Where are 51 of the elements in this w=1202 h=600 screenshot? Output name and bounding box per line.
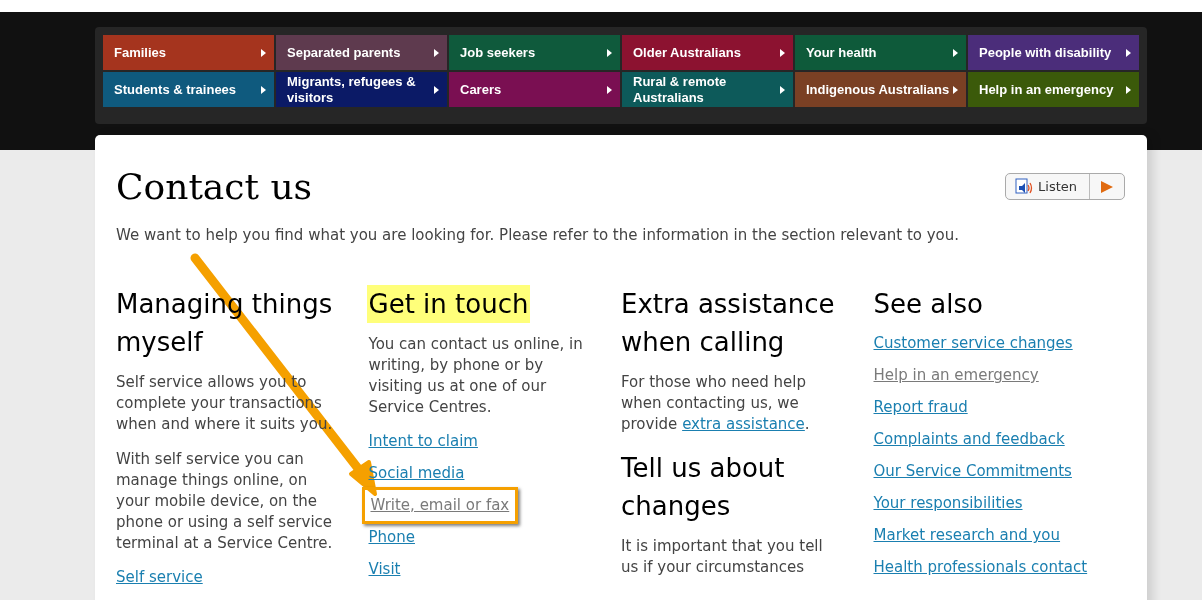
- caret-icon: [607, 85, 612, 94]
- link[interactable]: Report fraud: [873, 398, 968, 416]
- category-tile[interactable]: Help in an emergency: [968, 72, 1139, 107]
- category-tile[interactable]: Job seekers: [449, 35, 620, 70]
- link[interactable]: Customer service changes: [873, 334, 1073, 352]
- link[interactable]: Market research and you: [873, 526, 1061, 544]
- paragraph: It is important that you tell us if your circumstances: [621, 536, 824, 578]
- paragraph: You can contact us online, in writing, by phone or by visiting us at one of our Service Centres.: [368, 334, 584, 418]
- link[interactable]: Help in an emergency: [873, 366, 1039, 384]
- paragraph: For those who need help when contacting us, we provide extra assistance.: [621, 372, 811, 435]
- caret-icon: [953, 48, 958, 57]
- category-tile[interactable]: People with disability: [968, 35, 1139, 70]
- link[interactable]: Visit: [368, 560, 401, 578]
- caret-icon: [1126, 85, 1131, 94]
- category-tile[interactable]: Your health: [795, 35, 966, 70]
- link[interactable]: Intent to claim: [368, 432, 478, 450]
- intro-text: We want to help you find what you are looking for. Please refer to the information in the section relevant to you.: [116, 225, 961, 246]
- link[interactable]: Phone: [368, 528, 415, 546]
- play-icon: [1100, 179, 1114, 194]
- caret-icon: [953, 85, 958, 94]
- caret-icon: [434, 48, 439, 57]
- link[interactable]: Self service: [116, 568, 203, 586]
- caret-icon: [780, 85, 785, 94]
- caret-icon: [434, 85, 439, 94]
- category-tile[interactable]: Migrants, refugees & visitors: [276, 72, 447, 107]
- link[interactable]: Complaints and feedback: [873, 430, 1065, 448]
- caret-icon: [261, 85, 266, 94]
- page-title: Contact us: [116, 165, 313, 209]
- link[interactable]: Health professionals contact: [873, 558, 1088, 576]
- section-heading: Tell us about changes: [621, 452, 786, 523]
- paragraph: With self service you can manage things online, on your mobile device, on the phone or using a self service terminal at a Service Centre.: [116, 449, 334, 554]
- caret-icon: [261, 48, 266, 57]
- caret-icon: [607, 48, 612, 57]
- section-heading: Extra assistance when calling: [621, 288, 836, 359]
- caret-icon: [780, 48, 785, 57]
- category-tile[interactable]: Separated parents: [276, 35, 447, 70]
- listen-button[interactable]: Listen: [1005, 173, 1125, 200]
- category-tile[interactable]: Older Australians: [622, 35, 793, 70]
- link[interactable]: extra assistance: [682, 415, 805, 433]
- speaker-icon: [1015, 177, 1034, 196]
- category-tile[interactable]: Students & trainees: [103, 72, 274, 107]
- caret-icon: [1126, 48, 1131, 57]
- category-tile[interactable]: Rural & remote Australians: [622, 72, 793, 107]
- section-heading: See also: [873, 288, 984, 321]
- category-tile[interactable]: Indigenous Australians: [795, 72, 966, 107]
- category-tile[interactable]: Carers: [449, 72, 620, 107]
- category-tile[interactable]: Families: [103, 35, 274, 70]
- section-heading: Get in touch: [366, 285, 531, 323]
- link[interactable]: Write, email or fax: [370, 496, 510, 514]
- link[interactable]: Our Service Commitments: [873, 462, 1072, 480]
- link[interactable]: Your responsibilities: [873, 494, 1023, 512]
